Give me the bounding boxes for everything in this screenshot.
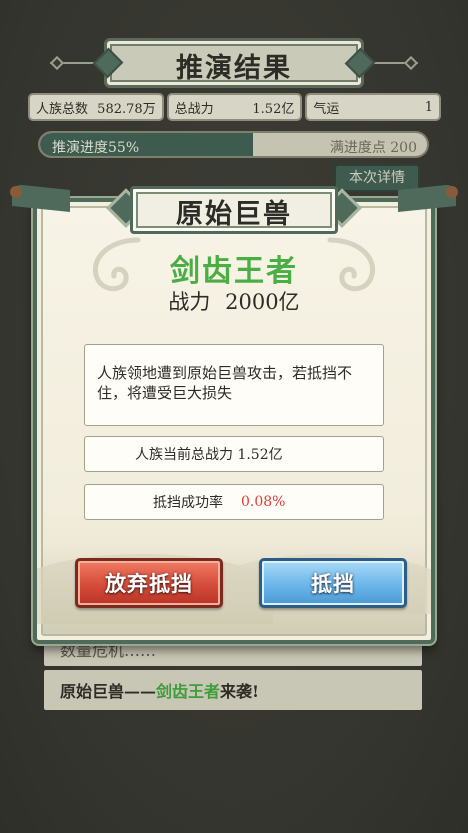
stat-fortune: 气运 1 xyxy=(305,93,442,121)
progress-label: 推演进度55% xyxy=(52,140,140,156)
dialog-title: 原始巨兽 xyxy=(176,199,292,230)
beast-power: 战力 2000亿 xyxy=(33,286,435,316)
success-rate-box: 抵挡成功率 0.08% xyxy=(84,484,384,520)
power-value: 2000亿 xyxy=(225,290,300,314)
beast-name: 剑齿王者 xyxy=(170,254,298,289)
stat-value: 1 xyxy=(424,99,434,115)
stat-label: 气运 xyxy=(313,101,340,117)
stat-population: 人族总数 582.78万 xyxy=(28,93,164,121)
power-label: 战力 xyxy=(168,290,211,314)
log-highlight: 剑齿王者 xyxy=(156,682,221,701)
current-power-box: 人族当前总战力 1.52亿 xyxy=(84,436,384,472)
deduction-progress-bar: 推演进度55% 满进度点 200 xyxy=(38,131,429,158)
log-entry: 原始巨兽—— 剑齿王者 来袭! xyxy=(44,670,422,710)
success-rate-label: 抵挡成功率 xyxy=(153,495,223,511)
stat-value: 1.52亿 xyxy=(252,101,295,117)
block-button[interactable]: 抵挡 xyxy=(259,558,407,608)
progress-max-label: 满进度点 200 xyxy=(329,140,417,156)
title-banner: 推演结果 xyxy=(49,38,419,88)
eave-tip-icon xyxy=(10,186,22,198)
attack-description: 人族领地遭到原始巨兽攻击，若抵挡不住，将遭受巨大损失 xyxy=(84,344,384,426)
game-screen: 推演结果 人族总数 582.78万 总战力 1.52亿 气运 1 推演进度55%… xyxy=(0,0,468,833)
log-prefix: 原始巨兽—— xyxy=(60,682,157,701)
success-rate-value: 0.08% xyxy=(241,494,286,510)
stat-value: 582.78万 xyxy=(97,101,156,117)
stats-bar: 人族总数 582.78万 总战力 1.52亿 气运 1 xyxy=(28,93,442,121)
stat-total-power: 总战力 1.52亿 xyxy=(166,93,303,121)
log-suffix: 来袭! xyxy=(220,682,260,701)
stat-label: 人族总数 xyxy=(36,101,89,117)
current-power-text: 人族当前总战力 1.52亿 xyxy=(135,447,283,463)
give-up-button[interactable]: 放弃抵挡 xyxy=(75,558,223,608)
eave-tip-icon xyxy=(446,186,458,198)
page-title: 推演结果 xyxy=(176,53,292,84)
dialog-title-banner: 原始巨兽 xyxy=(104,184,364,236)
stat-label: 总战力 xyxy=(174,101,214,117)
